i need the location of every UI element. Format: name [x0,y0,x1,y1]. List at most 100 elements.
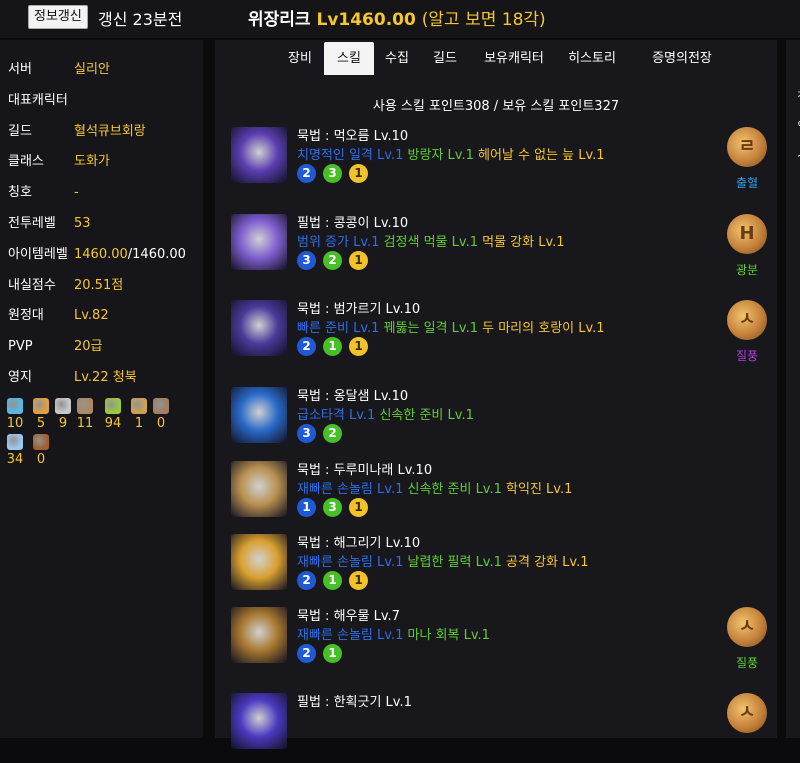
skill-name: 묵법 : 범가르기 Lv.10 [297,302,421,317]
tripod-levels: 32 [297,424,349,444]
collectible: 0 [146,398,176,431]
skill-points: 사용 스킬 포인트308 / 보유 스킬 포인트327 [372,99,620,114]
tripod-list: 빠른 준비 Lv.1 꿰뚫는 일격 Lv.1 두 마리의 호랑이 Lv.1 [297,317,605,336]
voyage-icon [131,398,147,414]
info-value: 20급 [74,339,103,355]
tripod-level-dot: 1 [323,337,342,356]
tripod-level-dot: 1 [349,498,368,517]
info-value: 20.51점 [74,277,124,293]
rune-icon[interactable]: H [727,214,767,254]
tab-3[interactable]: 길드 [420,42,470,75]
tab-0[interactable]: 장비 [275,42,325,75]
tripod-list: 재빠른 손놀림 Lv.1 날렵한 필력 Lv.1 공격 강화 Lv.1 [297,551,588,570]
tripod-level-dot: 1 [349,251,368,270]
collectible-count: 0 [36,452,46,467]
skill-row: 묵법 : 범가르기 Lv.10 빠른 준비 Lv.1 꿰뚫는 일격 Lv.1 두 … [231,300,771,370]
info-value: 1460.00/1460.00 [74,246,186,262]
tripod-name: 헤어날 수 없는 늪 Lv.1 [477,148,605,163]
tripod-name: 빠른 준비 Lv.1 [297,321,380,336]
info-value: Lv.22 청북 [74,370,137,385]
tripod-levels: 211 [297,337,375,357]
tripod-levels: 131 [297,498,375,518]
tripod-level-dot: 3 [323,498,342,517]
info-label: 칭호 [8,185,32,201]
tab-1[interactable]: 스킬 [324,42,374,75]
tripod-name: 공격 강화 Lv.1 [506,555,589,570]
clipped-text: ㅅ [796,145,800,162]
skill-icon[interactable] [231,300,287,356]
tripod-level-dot: 2 [323,424,342,443]
tripod-level-dot: 3 [297,424,316,443]
tripod-level-dot: 1 [349,337,368,356]
info-value: 혈석큐브회랑 [74,123,146,139]
collectible-count: 11 [76,416,94,431]
skill-icon[interactable] [231,214,287,270]
top-bar: 정보갱신 갱신 23분전 위장리크 Lv1460.00 (알고 보면 18각) [0,0,800,38]
rune-glyph: H [739,223,755,244]
info-value-suffix: /1460.00 [127,246,186,262]
skill-icon[interactable] [231,461,287,517]
tripod-levels: 211 [297,571,375,591]
rune-icon[interactable]: ㅅ [727,693,767,733]
info-value: - [74,185,79,201]
skill-row: 묵법 : 두루미나래 Lv.10 재빠른 손놀림 Lv.1 신속한 준비 Lv.1… [231,461,771,531]
info-label: 전투레벨 [8,216,56,231]
profile-sidebar: 서버 실리안 대표캐릭터 길드 혈석큐브회랑 클래스 도화가 칭호 - 전투레벨 53 아이템레벨 14… [0,40,203,738]
tab-2[interactable]: 수집 [374,42,420,75]
skill-row: 묵법 : 해그리기 Lv.10 재빠른 손놀림 Lv.1 날렵한 필력 Lv.1 … [231,534,771,604]
rune-icon[interactable]: ㄹ [727,127,767,167]
clipped-text: ㅇ [796,115,800,132]
tripod-level-dot: 2 [297,164,316,183]
tripod-list: 재빠른 손놀림 Lv.1 마나 회복 Lv.1 [297,624,490,643]
tripod-level-dot: 2 [297,337,316,356]
tab-5[interactable]: 히스토리 [557,42,627,75]
skill-icon[interactable] [231,387,287,443]
info-label: PVP [8,339,33,355]
tripod-level-dot: 1 [323,644,342,663]
tripod-name: 먹물 강화 Lv.1 [482,235,565,250]
tripod-level-dot: 2 [297,644,316,663]
skill-icon[interactable] [231,127,287,183]
tripod-level-dot: 1 [297,498,316,517]
rune-icon[interactable]: ㅅ [727,300,767,340]
tripod-name: 학익진 Lv.1 [506,482,573,497]
skill-name: 필법 : 콩콩이 Lv.10 [297,216,409,231]
skill-name: 묵법 : 두루미나래 Lv.10 [297,463,433,478]
rune-icon[interactable]: ㅅ [727,607,767,647]
info-label: 서버 [8,62,32,77]
art-icon [77,398,93,414]
tripod-list: 급소타격 Lv.1 신속한 준비 Lv.1 [297,404,474,423]
tab-6[interactable]: 증명의전장 [627,42,737,75]
skill-name: 묵법 : 해그리기 Lv.10 [297,536,421,551]
rune-name: 출혈 [735,176,759,190]
rune-glyph: ㅅ [738,702,756,723]
skill-name: 필법 : 한획긋기 Lv.1 [297,695,412,710]
tripod-name: 범위 증가 Lv.1 [297,235,380,250]
skill-icon[interactable] [231,534,287,590]
main-panel: 장비 스킬 수집 길드 보유캐릭터 히스토리 증명의전장 사용 스킬 포인트308 / 보유… [215,40,777,749]
skill-row: 필법 : 콩콩이 Lv.10 범위 증가 Lv.1 검정색 먹물 Lv.1 먹물 … [231,214,771,284]
tripod-name: 방랑자 Lv.1 [407,148,474,163]
tripod-level-dot: 1 [349,571,368,590]
mokoko-seed-icon [105,398,121,414]
skill-row: 필법 : 한획긋기 Lv.1 ㅅ [231,693,771,763]
skill-icon[interactable] [231,693,287,749]
tripod-levels: 231 [297,164,375,184]
collectible: 0 [26,434,56,467]
orpheus-star-icon [33,434,49,450]
tripod-name: 재빠른 손놀림 Lv.1 [297,628,404,643]
tripod-level-dot: 2 [323,251,342,270]
tripod-name: 재빠른 손놀림 Lv.1 [297,482,404,497]
tripod-list: 재빠른 손놀림 Lv.1 신속한 준비 Lv.1 학익진 Lv.1 [297,478,572,497]
world-tree-leaf-icon [7,434,23,450]
tab-4[interactable]: 보유캐릭터 [471,42,557,75]
info-label: 내실점수 [8,277,56,293]
refresh-time: 갱신 23분전 [98,10,183,29]
rune-name: 질풍 [735,656,759,670]
tripod-name: 검정색 먹물 Lv.1 [383,235,478,250]
tripod-name: 신속한 준비 Lv.1 [407,482,502,497]
tripod-list: 치명적인 일격 Lv.1 방랑자 Lv.1 헤어날 수 없는 늪 Lv.1 [297,144,605,163]
rune-glyph: ㅅ [738,309,756,330]
refresh-button[interactable]: 정보갱신 [28,5,88,29]
skill-icon[interactable] [231,607,287,663]
